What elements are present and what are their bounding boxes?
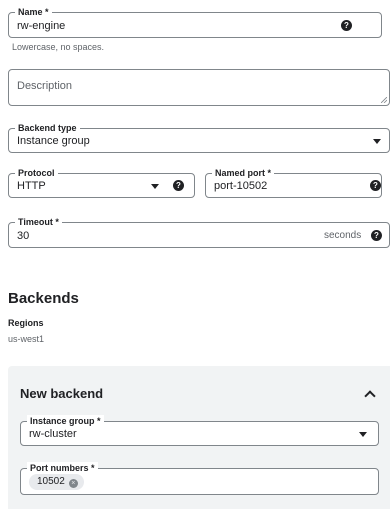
timeout-field[interactable]: Timeout * 30 seconds ? (8, 216, 390, 248)
timeout-label: Timeout * (15, 216, 62, 228)
protocol-select[interactable]: Protocol HTTP ? (8, 167, 195, 198)
named-port-input[interactable]: port-10502 (214, 179, 267, 193)
timeout-input[interactable]: 30 (17, 229, 29, 243)
regions-label: Regions (8, 318, 44, 328)
port-numbers-field[interactable]: Port numbers * 10502 × (20, 462, 379, 495)
resize-handle-icon[interactable] (381, 97, 387, 103)
new-backend-title: New backend (20, 386, 104, 401)
instance-group-label: Instance group * (27, 415, 104, 427)
name-input[interactable]: rw-engine (17, 19, 65, 33)
help-icon[interactable]: ? (173, 180, 184, 191)
backends-heading: Backends (8, 290, 79, 307)
help-icon[interactable]: ? (371, 230, 382, 241)
chip-remove-icon[interactable]: × (68, 479, 78, 488)
chevron-down-icon (359, 432, 367, 437)
help-icon[interactable]: ? (341, 20, 352, 31)
port-chip-label: 10502 (37, 476, 65, 487)
backend-type-select[interactable]: Backend type Instance group (8, 122, 390, 153)
timeout-suffix: seconds (324, 230, 362, 241)
instance-group-value: rw-cluster (29, 428, 77, 440)
named-port-label: Named port * (212, 167, 275, 179)
protocol-value: HTTP (17, 180, 46, 192)
port-numbers-label: Port numbers * (27, 462, 98, 474)
chevron-down-icon (151, 184, 159, 189)
help-icon[interactable]: ? (370, 180, 381, 191)
backend-type-value: Instance group (17, 135, 90, 147)
name-label: Name * (15, 6, 52, 18)
instance-group-select[interactable]: Instance group * rw-cluster (20, 415, 379, 446)
name-hint: Lowercase, no spaces. (12, 42, 105, 52)
name-field[interactable]: Name * rw-engine ? (8, 6, 382, 38)
region-value: us-west1 (8, 334, 45, 344)
backend-type-label: Backend type (15, 122, 80, 134)
description-placeholder: Description (17, 80, 73, 92)
port-chip[interactable]: 10502 × (29, 474, 84, 490)
protocol-label: Protocol (15, 167, 58, 179)
chevron-down-icon (373, 139, 381, 144)
description-textarea[interactable]: Description (8, 69, 390, 106)
named-port-field[interactable]: Named port * port-10502 ? (205, 167, 382, 198)
